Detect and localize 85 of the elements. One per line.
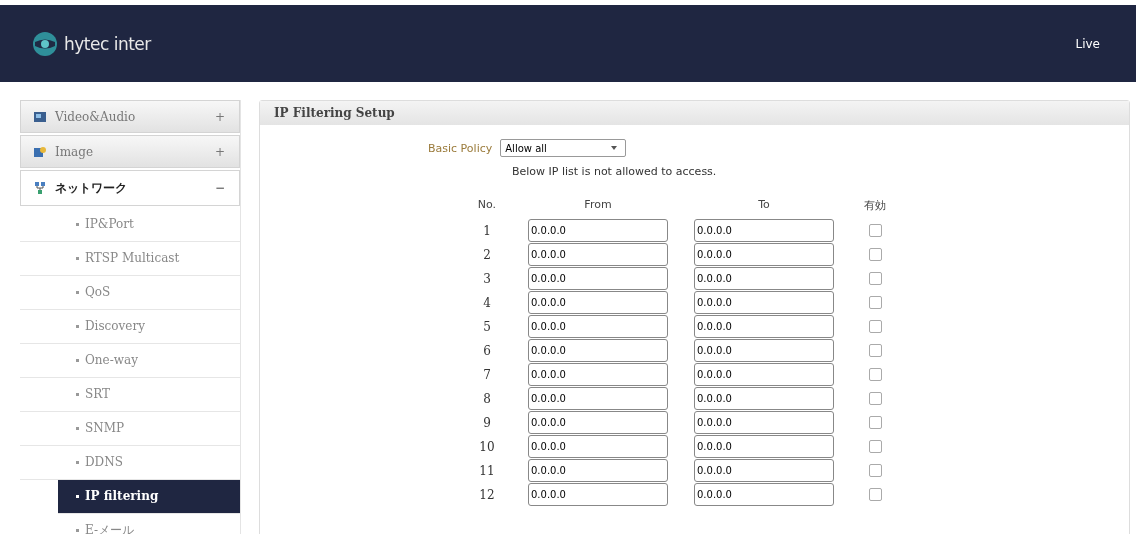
column-header: 有効 — [863, 198, 887, 214]
to-ip-field[interactable]: 0.0.0.0 — [694, 459, 834, 482]
to-ip-field[interactable]: 0.0.0.0 — [694, 219, 834, 242]
from-ip-field[interactable]: 0.0.0.0 — [528, 363, 668, 386]
panel-title: IP Filtering Setup — [260, 101, 1129, 125]
logo-text: hytec inter — [64, 33, 151, 54]
bullet-icon — [76, 427, 79, 430]
bullet-icon — [76, 257, 79, 260]
to-ip-field[interactable]: 0.0.0.0 — [694, 243, 834, 266]
network-icon — [33, 181, 47, 195]
to-ip-field[interactable]: 0.0.0.0 — [694, 315, 834, 338]
image-icon — [33, 144, 47, 159]
column-header: To — [757, 198, 771, 213]
bullet-icon — [76, 223, 79, 226]
sidebar-item[interactable]: One-way — [20, 344, 240, 378]
row-number: 1 — [482, 223, 492, 238]
row-number: 11 — [478, 463, 496, 478]
bullet-icon — [76, 461, 79, 464]
enable-checkbox[interactable] — [868, 224, 882, 237]
video-icon — [33, 109, 47, 124]
row-number: 7 — [482, 367, 492, 382]
policy-select[interactable]: Allow all — [500, 139, 627, 157]
enable-checkbox[interactable] — [868, 296, 882, 309]
column-header: No. — [476, 198, 498, 213]
to-ip-field[interactable]: 0.0.0.0 — [694, 291, 834, 314]
bullet-icon — [76, 325, 79, 328]
bullet-icon — [76, 359, 79, 362]
enable-checkbox[interactable] — [868, 488, 882, 501]
note-text: Below IP list is not allowed to access. — [512, 165, 718, 178]
enable-checkbox[interactable] — [868, 392, 882, 405]
policy-label: Basic Policy — [428, 141, 493, 155]
enable-checkbox[interactable] — [868, 416, 882, 429]
from-ip-field[interactable]: 0.0.0.0 — [528, 315, 668, 338]
caret-icon — [611, 146, 618, 150]
sidebar-item[interactable]: QoS — [20, 276, 240, 310]
enable-checkbox[interactable] — [868, 272, 882, 285]
enable-checkbox[interactable] — [868, 344, 882, 357]
to-ip-field[interactable]: 0.0.0.0 — [694, 387, 834, 410]
sidebar-item[interactable]: Discovery — [20, 310, 240, 344]
from-ip-field[interactable]: 0.0.0.0 — [528, 243, 668, 266]
from-ip-field[interactable]: 0.0.0.0 — [528, 339, 668, 362]
row-number: 3 — [482, 271, 492, 286]
to-ip-field[interactable]: 0.0.0.0 — [694, 435, 834, 458]
from-ip-field[interactable]: 0.0.0.0 — [528, 291, 668, 314]
column-header: From — [583, 198, 613, 213]
from-ip-field[interactable]: 0.0.0.0 — [528, 387, 668, 410]
from-ip-field[interactable]: 0.0.0.0 — [528, 267, 668, 290]
row-number: 12 — [478, 487, 496, 502]
to-ip-field[interactable]: 0.0.0.0 — [694, 483, 834, 506]
live-link[interactable]: Live — [1075, 36, 1100, 51]
to-ip-field[interactable]: 0.0.0.0 — [694, 363, 834, 386]
menu-group[interactable]: Video&Audio + — [20, 100, 240, 133]
row-number: 6 — [482, 343, 492, 358]
from-ip-field[interactable]: 0.0.0.0 — [528, 459, 668, 482]
from-ip-field[interactable]: 0.0.0.0 — [528, 435, 668, 458]
row-number: 9 — [482, 415, 492, 430]
sidebar-item[interactable]: IP&Port — [20, 208, 240, 242]
to-ip-field[interactable]: 0.0.0.0 — [694, 411, 834, 434]
menu-group[interactable]: Image + — [20, 135, 240, 168]
sidebar-item[interactable]: RTSP Multicast — [20, 242, 240, 276]
bullet-icon — [76, 529, 79, 532]
enable-checkbox[interactable] — [868, 248, 882, 261]
sidebar-item[interactable]: SNMP — [20, 412, 240, 446]
sidebar-item[interactable]: E-メール — [20, 514, 240, 534]
to-ip-field[interactable]: 0.0.0.0 — [694, 339, 834, 362]
globe-logo-icon — [32, 30, 58, 57]
from-ip-field[interactable]: 0.0.0.0 — [528, 219, 668, 242]
bullet-icon — [76, 495, 79, 498]
to-ip-field[interactable]: 0.0.0.0 — [694, 267, 834, 290]
enable-checkbox[interactable] — [868, 368, 882, 381]
row-number: 10 — [478, 439, 496, 454]
bullet-icon — [76, 291, 79, 294]
enable-checkbox[interactable] — [868, 464, 882, 477]
row-number: 2 — [482, 247, 492, 262]
enable-checkbox[interactable] — [868, 320, 882, 333]
sidebar-item[interactable]: IP filtering — [58, 480, 240, 514]
bullet-icon — [76, 393, 79, 396]
row-number: 4 — [482, 295, 492, 310]
from-ip-field[interactable]: 0.0.0.0 — [528, 411, 668, 434]
from-ip-field[interactable]: 0.0.0.0 — [528, 483, 668, 506]
row-number: 8 — [482, 391, 492, 406]
row-number: 5 — [482, 319, 492, 334]
menu-group[interactable]: ネットワーク − — [20, 170, 240, 206]
enable-checkbox[interactable] — [868, 440, 882, 453]
sidebar-item[interactable]: SRT — [20, 378, 240, 412]
